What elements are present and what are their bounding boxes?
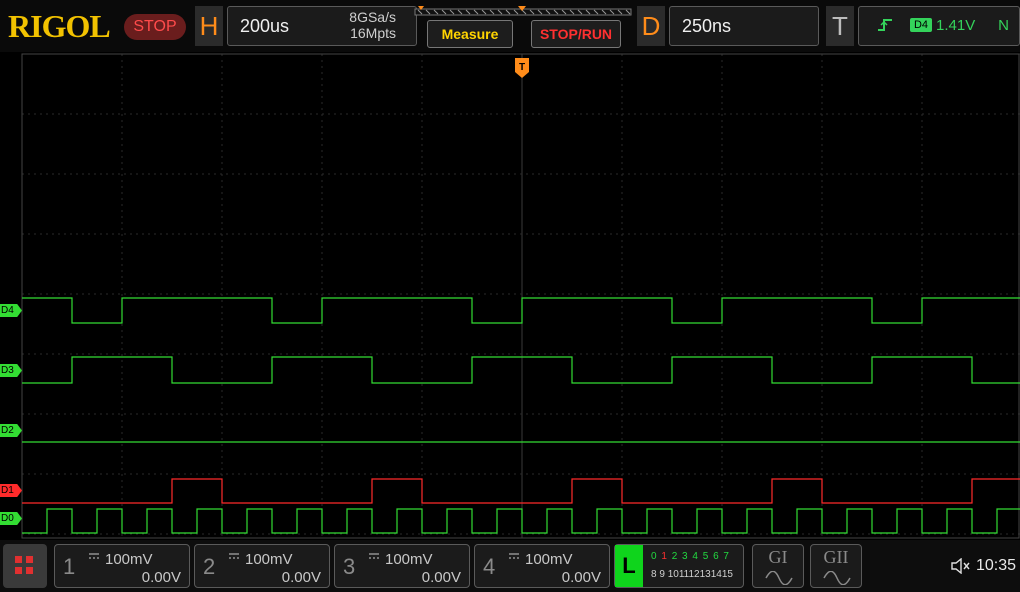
waveform-canvas: T (21, 53, 1020, 539)
trigger-marker-label: T (519, 62, 525, 73)
la-channel-12: 12 (688, 569, 700, 580)
la-channel-4: 4 (692, 551, 703, 562)
horizontal-menu-tab[interactable]: H (195, 6, 223, 46)
main-menu-button[interactable] (3, 544, 47, 588)
run-state-badge[interactable]: STOP (124, 14, 186, 40)
sample-rate: 8GSa/s (349, 9, 396, 25)
logic-analyzer-tab: L (615, 545, 643, 587)
channel-offset: 0.00V (561, 569, 601, 586)
la-channel-14: 14 (710, 569, 722, 580)
channel-scale: 100mV (385, 551, 433, 568)
dc-coupling-icon (89, 553, 99, 559)
system-clock: 10:35 (976, 557, 1017, 574)
measure-button[interactable]: Measure (427, 20, 513, 48)
channel-scale: 100mV (105, 551, 153, 568)
horizontal-panel[interactable]: 200us 8GSa/s 16Mpts (227, 6, 417, 46)
channel-offset: 0.00V (141, 569, 181, 586)
speaker-muted-icon[interactable] (950, 558, 970, 574)
la-channels-8-15: 8 9 101112131415 (651, 569, 733, 580)
dc-coupling-icon (509, 553, 519, 559)
graticule-grid (21, 53, 1020, 539)
la-channel-11: 11 (678, 569, 689, 580)
waveform-display[interactable]: T D4 D3 D2 D1 D0 (0, 52, 1020, 540)
rising-edge-icon (878, 19, 892, 31)
memory-timeline (414, 6, 632, 16)
trigger-panel[interactable]: D4 1.41V N (858, 6, 1020, 46)
channel-offset: 0.00V (421, 569, 461, 586)
decode-2-button[interactable]: GII (810, 544, 862, 588)
la-channels-0-7: 0 1 2 3 4 5 6 7 (651, 551, 730, 562)
channel-number: 1 (63, 554, 76, 579)
channel-1-panel[interactable]: 1 100mV 0.00V (54, 544, 190, 588)
dc-coupling-icon (229, 553, 239, 559)
memory-depth: 16Mpts (350, 25, 396, 41)
la-channel-15: 15 (721, 569, 733, 580)
channel-offset: 0.00V (281, 569, 321, 586)
trigger-source-badge: D4 (910, 18, 932, 32)
la-channel-10: 10 (667, 569, 679, 580)
dc-coupling-icon (369, 553, 379, 559)
channel-4-panel[interactable]: 4 100mV 0.00V (474, 544, 610, 588)
channel-number: 4 (483, 554, 496, 579)
channel-number: 2 (203, 554, 216, 579)
la-channel-9: 9 (659, 569, 668, 580)
decode-1-label: GI (768, 547, 788, 567)
delay-menu-tab[interactable]: D (637, 6, 665, 46)
timebase-value: 200us (240, 16, 290, 36)
trigger-level: 1.41V (936, 17, 976, 34)
la-channel-7: 7 (723, 551, 730, 562)
channel-2-panel[interactable]: 2 100mV 0.00V (194, 544, 330, 588)
decode-wave-icon (823, 571, 851, 585)
stop-run-button[interactable]: STOP/RUN (531, 20, 621, 48)
trace-d4 (22, 297, 1020, 324)
trigger-menu-tab[interactable]: T (826, 6, 854, 46)
delay-value: 250ns (682, 16, 732, 36)
rigol-logo: RIGOL (8, 8, 111, 44)
la-channel-2: 2 (671, 551, 683, 562)
channel-scale: 100mV (245, 551, 293, 568)
la-channel-0: 0 (651, 551, 662, 562)
decode-1-button[interactable]: GI (752, 544, 804, 588)
trace-d3 (22, 356, 1020, 384)
trace-d1 (22, 478, 1020, 504)
la-channel-3: 3 (682, 551, 693, 562)
channel-3-panel[interactable]: 3 100mV 0.00V (334, 544, 470, 588)
la-channel-13: 13 (699, 569, 711, 580)
digital-traces (22, 297, 1020, 534)
la-channel-6: 6 (713, 551, 724, 562)
channel-number: 3 (343, 554, 356, 579)
delay-panel[interactable]: 250ns (669, 6, 819, 46)
trigger-mode: N (998, 17, 1009, 34)
la-channel-1: 1 (661, 551, 672, 562)
bottom-channel-bar: 1 100mV 0.00V 2 100mV 0.00V 3 100mV 0.00… (0, 540, 1020, 592)
decode-2-label: GII (823, 547, 849, 567)
channel-scale: 100mV (525, 551, 573, 568)
decode-wave-icon (765, 571, 793, 585)
trace-d0 (22, 508, 1020, 534)
top-status-bar: RIGOL STOP H 200us 8GSa/s 16Mpts Measure… (0, 0, 1020, 52)
la-channel-5: 5 (702, 551, 714, 562)
trigger-position-marker[interactable]: T (515, 58, 529, 78)
menu-grid-icon (15, 556, 22, 563)
logic-analyzer-panel[interactable]: L 0 1 2 3 4 5 6 7 8 9 101112131415 (614, 544, 744, 588)
